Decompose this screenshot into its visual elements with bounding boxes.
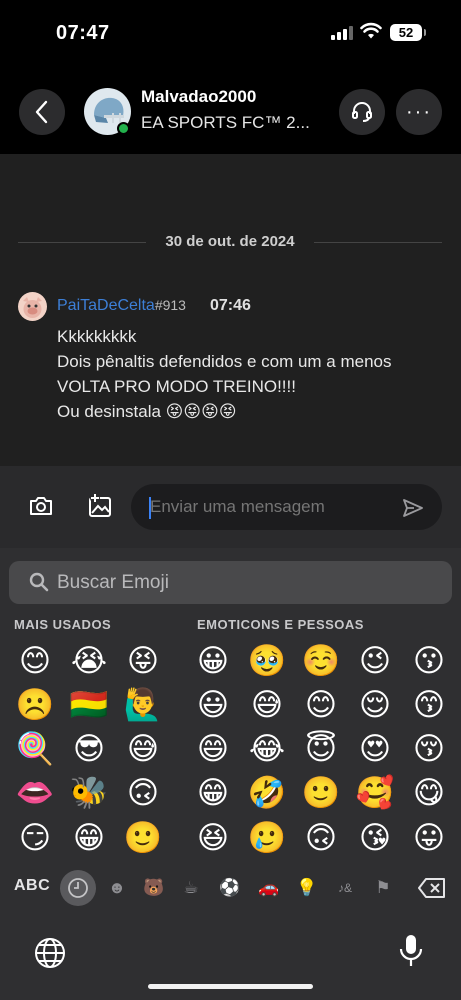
emoji-search-field[interactable]: Buscar Emoji (9, 561, 452, 604)
sender-name[interactable]: PaiTaDeCelta#913 (57, 297, 186, 315)
smileys-heading: EMOTICONS E PESSOAS (197, 617, 364, 632)
emoji-category-bar: ABC ☻ 🐻 ☕ ⚽ 🚗 💡 ♪& ⚑ (0, 870, 461, 910)
voice-chat-button[interactable] (339, 89, 385, 135)
most-used-emoji[interactable]: 😏 (15, 818, 55, 858)
microphone-icon[interactable] (398, 933, 424, 969)
ball-icon[interactable]: ⚽ (217, 875, 243, 901)
smiley-emoji[interactable]: 🤣 (247, 773, 287, 813)
text-cursor (149, 497, 151, 519)
most-used-emoji[interactable]: 😭 (69, 641, 109, 681)
smiley-emoji[interactable]: 😊 (301, 685, 341, 725)
back-button[interactable] (19, 89, 65, 135)
smiley-icon[interactable]: ☻ (104, 875, 130, 901)
smiley-emoji[interactable]: 😂 (247, 729, 287, 769)
message-composer (0, 466, 461, 548)
smiley-emoji[interactable]: 😃 (193, 685, 233, 725)
send-icon[interactable] (402, 498, 424, 518)
food-icon[interactable]: ☕ (178, 875, 204, 901)
sender-avatar-image (23, 297, 42, 318)
smiley-emoji[interactable]: 🥹 (247, 641, 287, 681)
message-line: Ou desinstala 😝😝😝😝 (57, 402, 237, 421)
most-used-emoji[interactable]: 🐝 (69, 773, 109, 813)
sender-username: PaiTaDeCelta (57, 297, 155, 314)
symbols-icon[interactable]: ♪& (332, 875, 358, 901)
most-used-emoji[interactable]: 😎 (69, 729, 109, 769)
smiley-emoji[interactable]: 😋 (409, 773, 449, 813)
smiley-emoji[interactable]: 😛 (409, 818, 449, 858)
contact-name[interactable]: Malvadao2000 (141, 87, 256, 107)
emoji-search-placeholder: Buscar Emoji (57, 572, 169, 593)
most-used-emoji[interactable]: 👄 (15, 773, 55, 813)
message-line: VOLTA PRO MODO TREINO!!!! (57, 377, 296, 396)
smiley-emoji[interactable]: 🙃 (301, 818, 341, 858)
message-list[interactable]: 30 de out. de 2024 PaiTaDeCelta#913 07:4… (0, 154, 461, 466)
backspace-icon[interactable] (417, 877, 447, 899)
smiley-emoji[interactable]: 🙂 (301, 773, 341, 813)
smiley-emoji[interactable]: 😇 (301, 729, 341, 769)
chevron-left-icon (35, 100, 48, 124)
most-used-emoji[interactable]: 🙋‍♂️ (123, 685, 163, 725)
smiley-emoji[interactable]: 😚 (409, 729, 449, 769)
bulb-icon[interactable]: 💡 (294, 875, 320, 901)
chat-header: Malvadao2000 EA SPORTS FC™ 2... ··· (0, 68, 461, 154)
battery-indicator: 52 (390, 24, 426, 41)
abc-keyboard-button[interactable]: ABC (14, 877, 50, 895)
headset-icon (352, 102, 372, 122)
smiley-emoji[interactable]: 😅 (247, 685, 287, 725)
smiley-emoji[interactable]: 😀 (193, 641, 233, 681)
most-used-emoji[interactable]: ☹️ (15, 685, 55, 725)
emoji-keyboard: Buscar Emoji MAIS USADOS EMOTICONS E PES… (0, 548, 461, 1000)
most-used-emoji[interactable]: 🍭 (15, 729, 55, 769)
smiley-emoji[interactable]: 😉 (355, 641, 395, 681)
smiley-emoji[interactable]: 🥲 (247, 818, 287, 858)
online-status-dot (117, 122, 130, 135)
status-time: 07:47 (56, 22, 110, 44)
sender-avatar[interactable] (18, 292, 47, 321)
most-used-emoji[interactable]: 😊 (15, 641, 55, 681)
smiley-emoji[interactable]: 😘 (355, 818, 395, 858)
most-used-emoji[interactable]: 🙃 (123, 773, 163, 813)
message-line: Dois pênaltis defendidos e com um a meno… (57, 352, 392, 371)
animal-icon[interactable]: 🐻 (141, 875, 167, 901)
home-indicator[interactable] (148, 984, 313, 989)
most-used-emoji[interactable]: 😝 (123, 641, 163, 681)
smiley-emoji[interactable]: 😗 (409, 641, 449, 681)
most-used-heading: MAIS USADOS (14, 617, 112, 632)
signal-icon (331, 26, 353, 40)
date-separator: 30 de out. de 2024 (18, 232, 442, 252)
vehicle-icon[interactable]: 🚗 (256, 875, 282, 901)
message-line: Kkkkkkkkk (57, 327, 137, 346)
search-icon (29, 572, 49, 592)
recent-icon[interactable] (67, 877, 89, 899)
smiley-emoji[interactable]: 😙 (409, 685, 449, 725)
smiley-emoji[interactable]: 😄 (193, 729, 233, 769)
globe-icon[interactable] (33, 936, 67, 970)
smiley-emoji[interactable]: 😆 (193, 818, 233, 858)
flag-icon[interactable]: ⚑ (370, 875, 396, 901)
smiley-emoji[interactable]: 😌 (355, 685, 395, 725)
most-used-emoji[interactable]: 😁 (69, 818, 109, 858)
add-image-icon[interactable] (87, 493, 113, 519)
most-used-emoji[interactable]: 🇧🇴 (69, 685, 109, 725)
smiley-emoji[interactable]: 😍 (355, 729, 395, 769)
message-input[interactable] (131, 484, 442, 530)
more-options-button[interactable]: ··· (396, 89, 442, 135)
most-used-emoji[interactable]: 🙂 (123, 818, 163, 858)
wifi-icon (360, 22, 382, 39)
ellipsis-icon: ··· (406, 100, 432, 123)
smiley-emoji[interactable]: 😁 (193, 773, 233, 813)
contact-game-status: EA SPORTS FC™ 2... (141, 113, 310, 132)
smiley-emoji[interactable]: 🥰 (355, 773, 395, 813)
camera-icon[interactable] (28, 495, 54, 517)
status-bar: 07:47 52 (0, 0, 461, 68)
sender-tag: #913 (154, 297, 186, 313)
smiley-emoji[interactable]: ☺️ (301, 641, 341, 681)
most-used-emoji[interactable]: 😅 (123, 729, 163, 769)
message-time: 07:46 (210, 297, 251, 314)
